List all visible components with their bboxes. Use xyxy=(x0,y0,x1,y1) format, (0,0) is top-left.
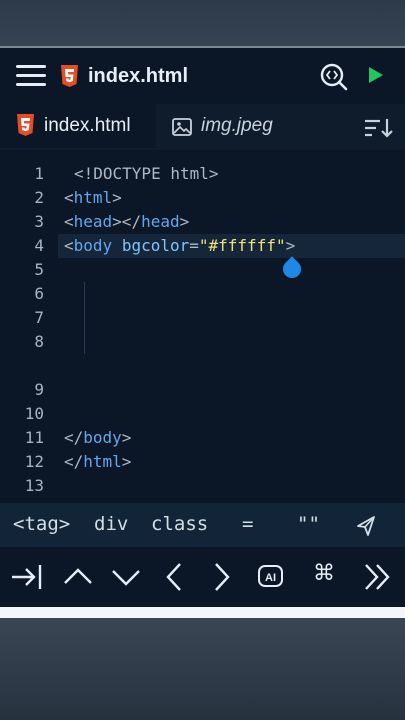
line-number: 10 xyxy=(24,404,44,423)
code-line: 4 <body bgcolor="#ffffff"> xyxy=(0,234,405,258)
line-number: 12 xyxy=(24,452,44,471)
image-icon xyxy=(172,118,192,136)
code-line: 11 </body> xyxy=(0,426,405,450)
code-line: 7 xyxy=(0,306,405,330)
tag-name: html xyxy=(83,452,122,471)
chevron-right-icon[interactable] xyxy=(206,561,238,593)
tag-name: head xyxy=(73,212,113,231)
shortcut-bar: <tag> div class = "" xyxy=(0,503,405,547)
code-search-icon[interactable] xyxy=(320,63,348,91)
tag-name: body xyxy=(73,236,113,255)
keyboard-nav-bar: AI ⌘ xyxy=(0,547,405,607)
line-number: 8 xyxy=(34,332,44,351)
run-play-icon[interactable] xyxy=(369,67,383,83)
code-text: <head></head> xyxy=(64,212,190,231)
line-number: 7 xyxy=(34,308,44,327)
code-line: 6 xyxy=(0,282,405,306)
sort-icon[interactable] xyxy=(364,118,394,138)
code-line: 9 xyxy=(0,378,405,402)
code-text: </body> xyxy=(64,428,132,447)
bottom-backdrop xyxy=(0,618,405,720)
shortcut-equals-button[interactable]: = xyxy=(242,513,253,535)
code-line: 3 <head></head> xyxy=(0,210,405,234)
tab-label: index.html xyxy=(44,115,131,136)
code-line: 12 </html> xyxy=(0,450,405,474)
tag-name: head xyxy=(141,212,180,231)
line-number: 13 xyxy=(24,476,44,495)
file-title: index.html xyxy=(88,65,189,87)
command-icon[interactable]: ⌘ xyxy=(313,561,335,586)
code-line: 10 xyxy=(0,402,405,426)
attr-name: bgcolor xyxy=(121,236,190,255)
tab-img-jpeg[interactable]: img.jpeg xyxy=(201,115,273,137)
chevron-left-icon[interactable] xyxy=(160,561,192,593)
tag-name: body xyxy=(83,428,122,447)
send-arrow-icon[interactable] xyxy=(356,515,378,537)
chevron-down-icon[interactable] xyxy=(110,561,142,593)
code-line: 2 <html> xyxy=(0,186,405,210)
shortcut-quotes-button[interactable]: "" xyxy=(297,513,320,535)
tab-index-html[interactable]: index.html xyxy=(0,104,156,148)
code-text: </html> xyxy=(64,452,132,471)
code-text: <body bgcolor="#ffffff"> xyxy=(64,236,296,255)
shortcut-div-button[interactable]: div xyxy=(94,513,128,535)
tab-bar: index.html img.jpeg xyxy=(0,104,405,148)
code-editor[interactable]: 1 <!DOCTYPE html> 2 <html> 3 <head></hea… xyxy=(0,150,405,503)
bottom-divider xyxy=(0,607,405,618)
line-number: 6 xyxy=(34,284,44,303)
chevron-up-icon[interactable] xyxy=(62,561,94,593)
doctype: <!DOCTYPE html> xyxy=(74,164,219,183)
html5-icon xyxy=(16,114,35,136)
code-text: <!DOCTYPE html> xyxy=(74,164,219,183)
ai-assist-button[interactable]: AI xyxy=(258,565,283,587)
code-line: 13 xyxy=(0,474,405,498)
line-number: 9 xyxy=(34,380,44,399)
line-number: 1 xyxy=(34,164,44,183)
line-number: 11 xyxy=(24,428,44,447)
code-line: 8 xyxy=(0,330,405,354)
line-number: 3 xyxy=(34,212,44,231)
line-number: 4 xyxy=(34,236,44,255)
tag-name: html xyxy=(73,188,113,207)
attr-value: "#ffffff" xyxy=(198,236,286,255)
tab-indent-icon[interactable] xyxy=(10,561,42,593)
shortcut-class-button[interactable]: class xyxy=(151,513,208,535)
menu-icon[interactable] xyxy=(16,65,46,87)
code-line: 1 <!DOCTYPE html> xyxy=(0,162,405,186)
top-backdrop xyxy=(0,0,405,48)
code-text: <html> xyxy=(64,188,122,207)
line-number: 2 xyxy=(34,188,44,207)
code-line: 5 xyxy=(0,258,405,282)
shortcut-tag-button[interactable]: <tag> xyxy=(13,513,70,535)
line-number: 5 xyxy=(34,260,44,279)
double-chevron-right-icon[interactable] xyxy=(362,561,394,593)
title-bar: index.html xyxy=(0,48,405,104)
html5-icon xyxy=(60,65,79,87)
